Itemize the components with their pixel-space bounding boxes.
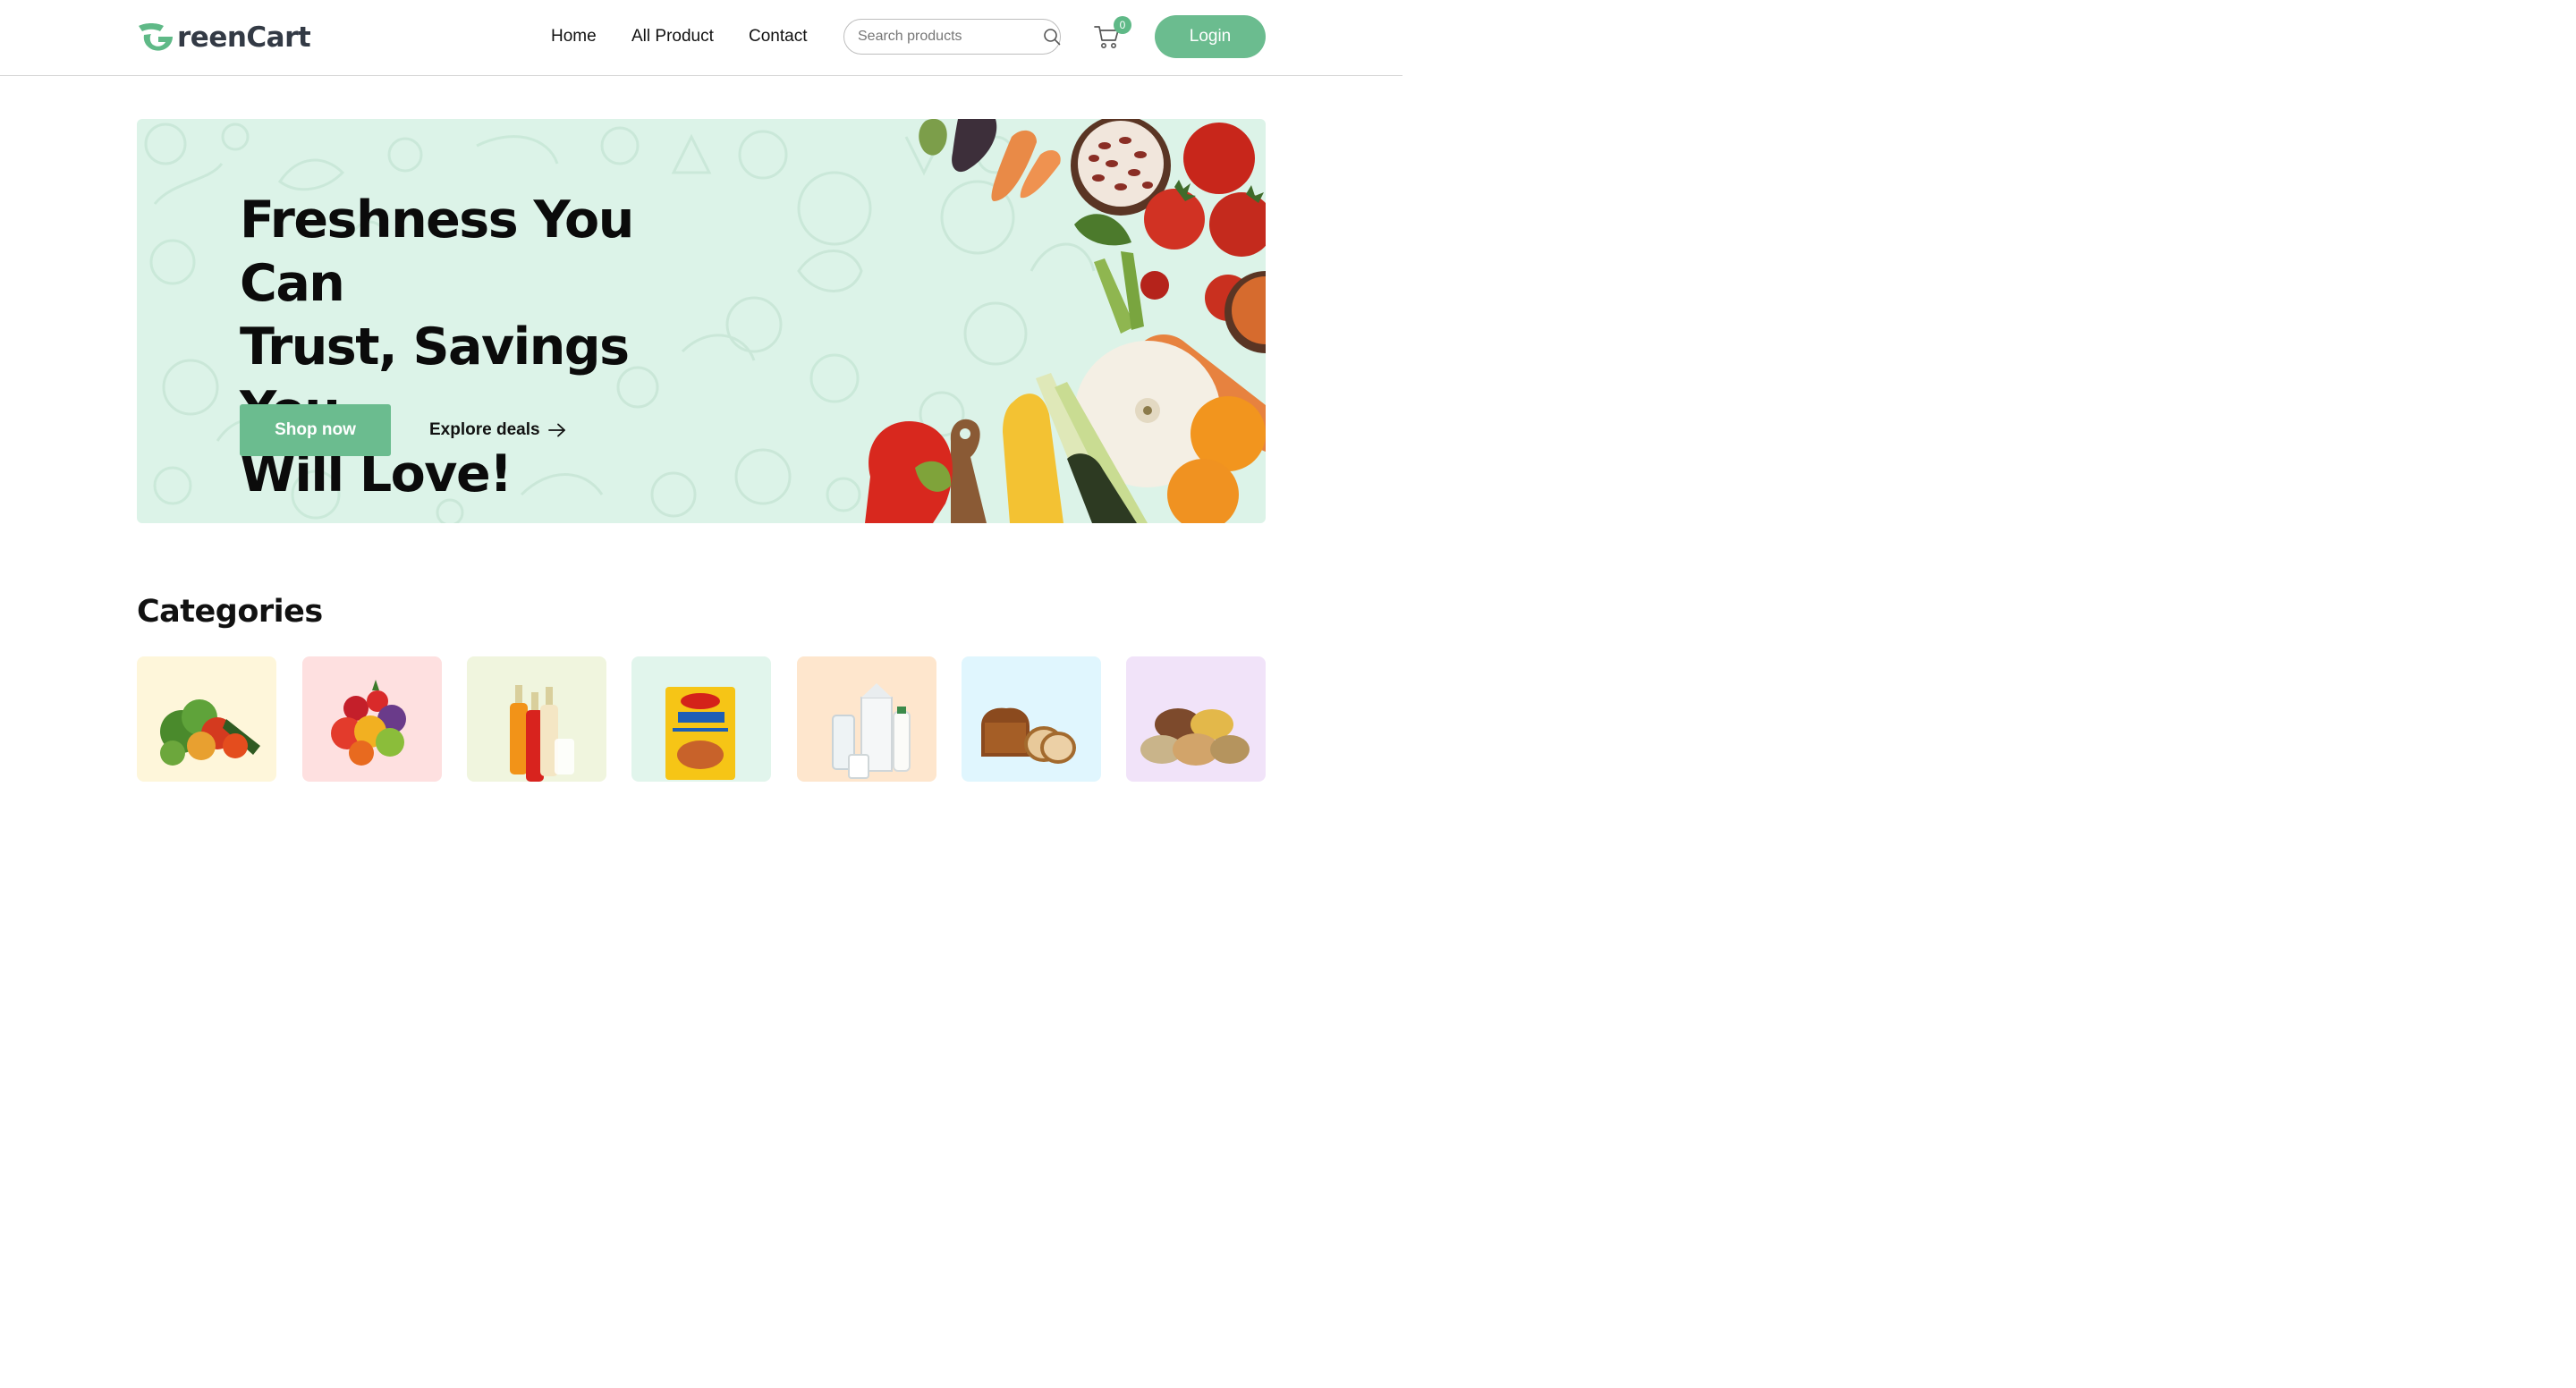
brand-logo[interactable]: reenCart	[137, 20, 311, 55]
cart-count-badge: 0	[1114, 16, 1131, 34]
nav-link-all-product[interactable]: All Product	[631, 27, 714, 47]
vegetables-hero-image	[865, 119, 1266, 523]
shop-now-button[interactable]: Shop now	[240, 404, 391, 456]
nav-link-home[interactable]: Home	[551, 27, 597, 47]
explore-deals-label: Explore deals	[429, 420, 540, 439]
grains-image	[1140, 708, 1250, 766]
category-card-dairy[interactable]	[797, 656, 936, 782]
category-card-fruits[interactable]	[302, 656, 442, 782]
logo-leaf-g-icon	[139, 23, 173, 51]
hero-title-line-1: Freshness You Can	[240, 190, 634, 313]
category-card-bakery[interactable]	[962, 656, 1101, 782]
dairy-image	[832, 683, 911, 779]
bakery-image	[981, 707, 1076, 764]
vegetables-image	[160, 699, 260, 766]
category-card-instant-food[interactable]	[631, 656, 771, 782]
instant-food-image	[665, 687, 735, 780]
drinks-image	[510, 685, 574, 782]
hero-title: Freshness You Can Trust, Savings You Wil…	[240, 189, 741, 506]
nav-link-contact[interactable]: Contact	[749, 27, 807, 47]
fruits-image	[331, 680, 406, 766]
brand-name: reenCart	[177, 21, 311, 54]
hero-banner: Freshness You Can Trust, Savings You Wil…	[137, 119, 1266, 523]
categories-title: Categories	[137, 594, 323, 630]
category-card-vegetables[interactable]	[137, 656, 276, 782]
category-card-drinks[interactable]	[467, 656, 606, 782]
search-icon[interactable]	[1043, 28, 1061, 46]
search-input[interactable]	[858, 29, 1043, 45]
explore-deals-link[interactable]: Explore deals	[429, 420, 567, 440]
navbar: reenCart Home All Product Contact 0 Logi…	[0, 0, 1402, 76]
search-bar	[843, 19, 1061, 55]
arrow-right-icon	[547, 422, 567, 438]
cart-button[interactable]: 0	[1093, 16, 1131, 50]
login-button[interactable]: Login	[1155, 15, 1266, 58]
category-card-grains[interactable]	[1126, 656, 1266, 782]
